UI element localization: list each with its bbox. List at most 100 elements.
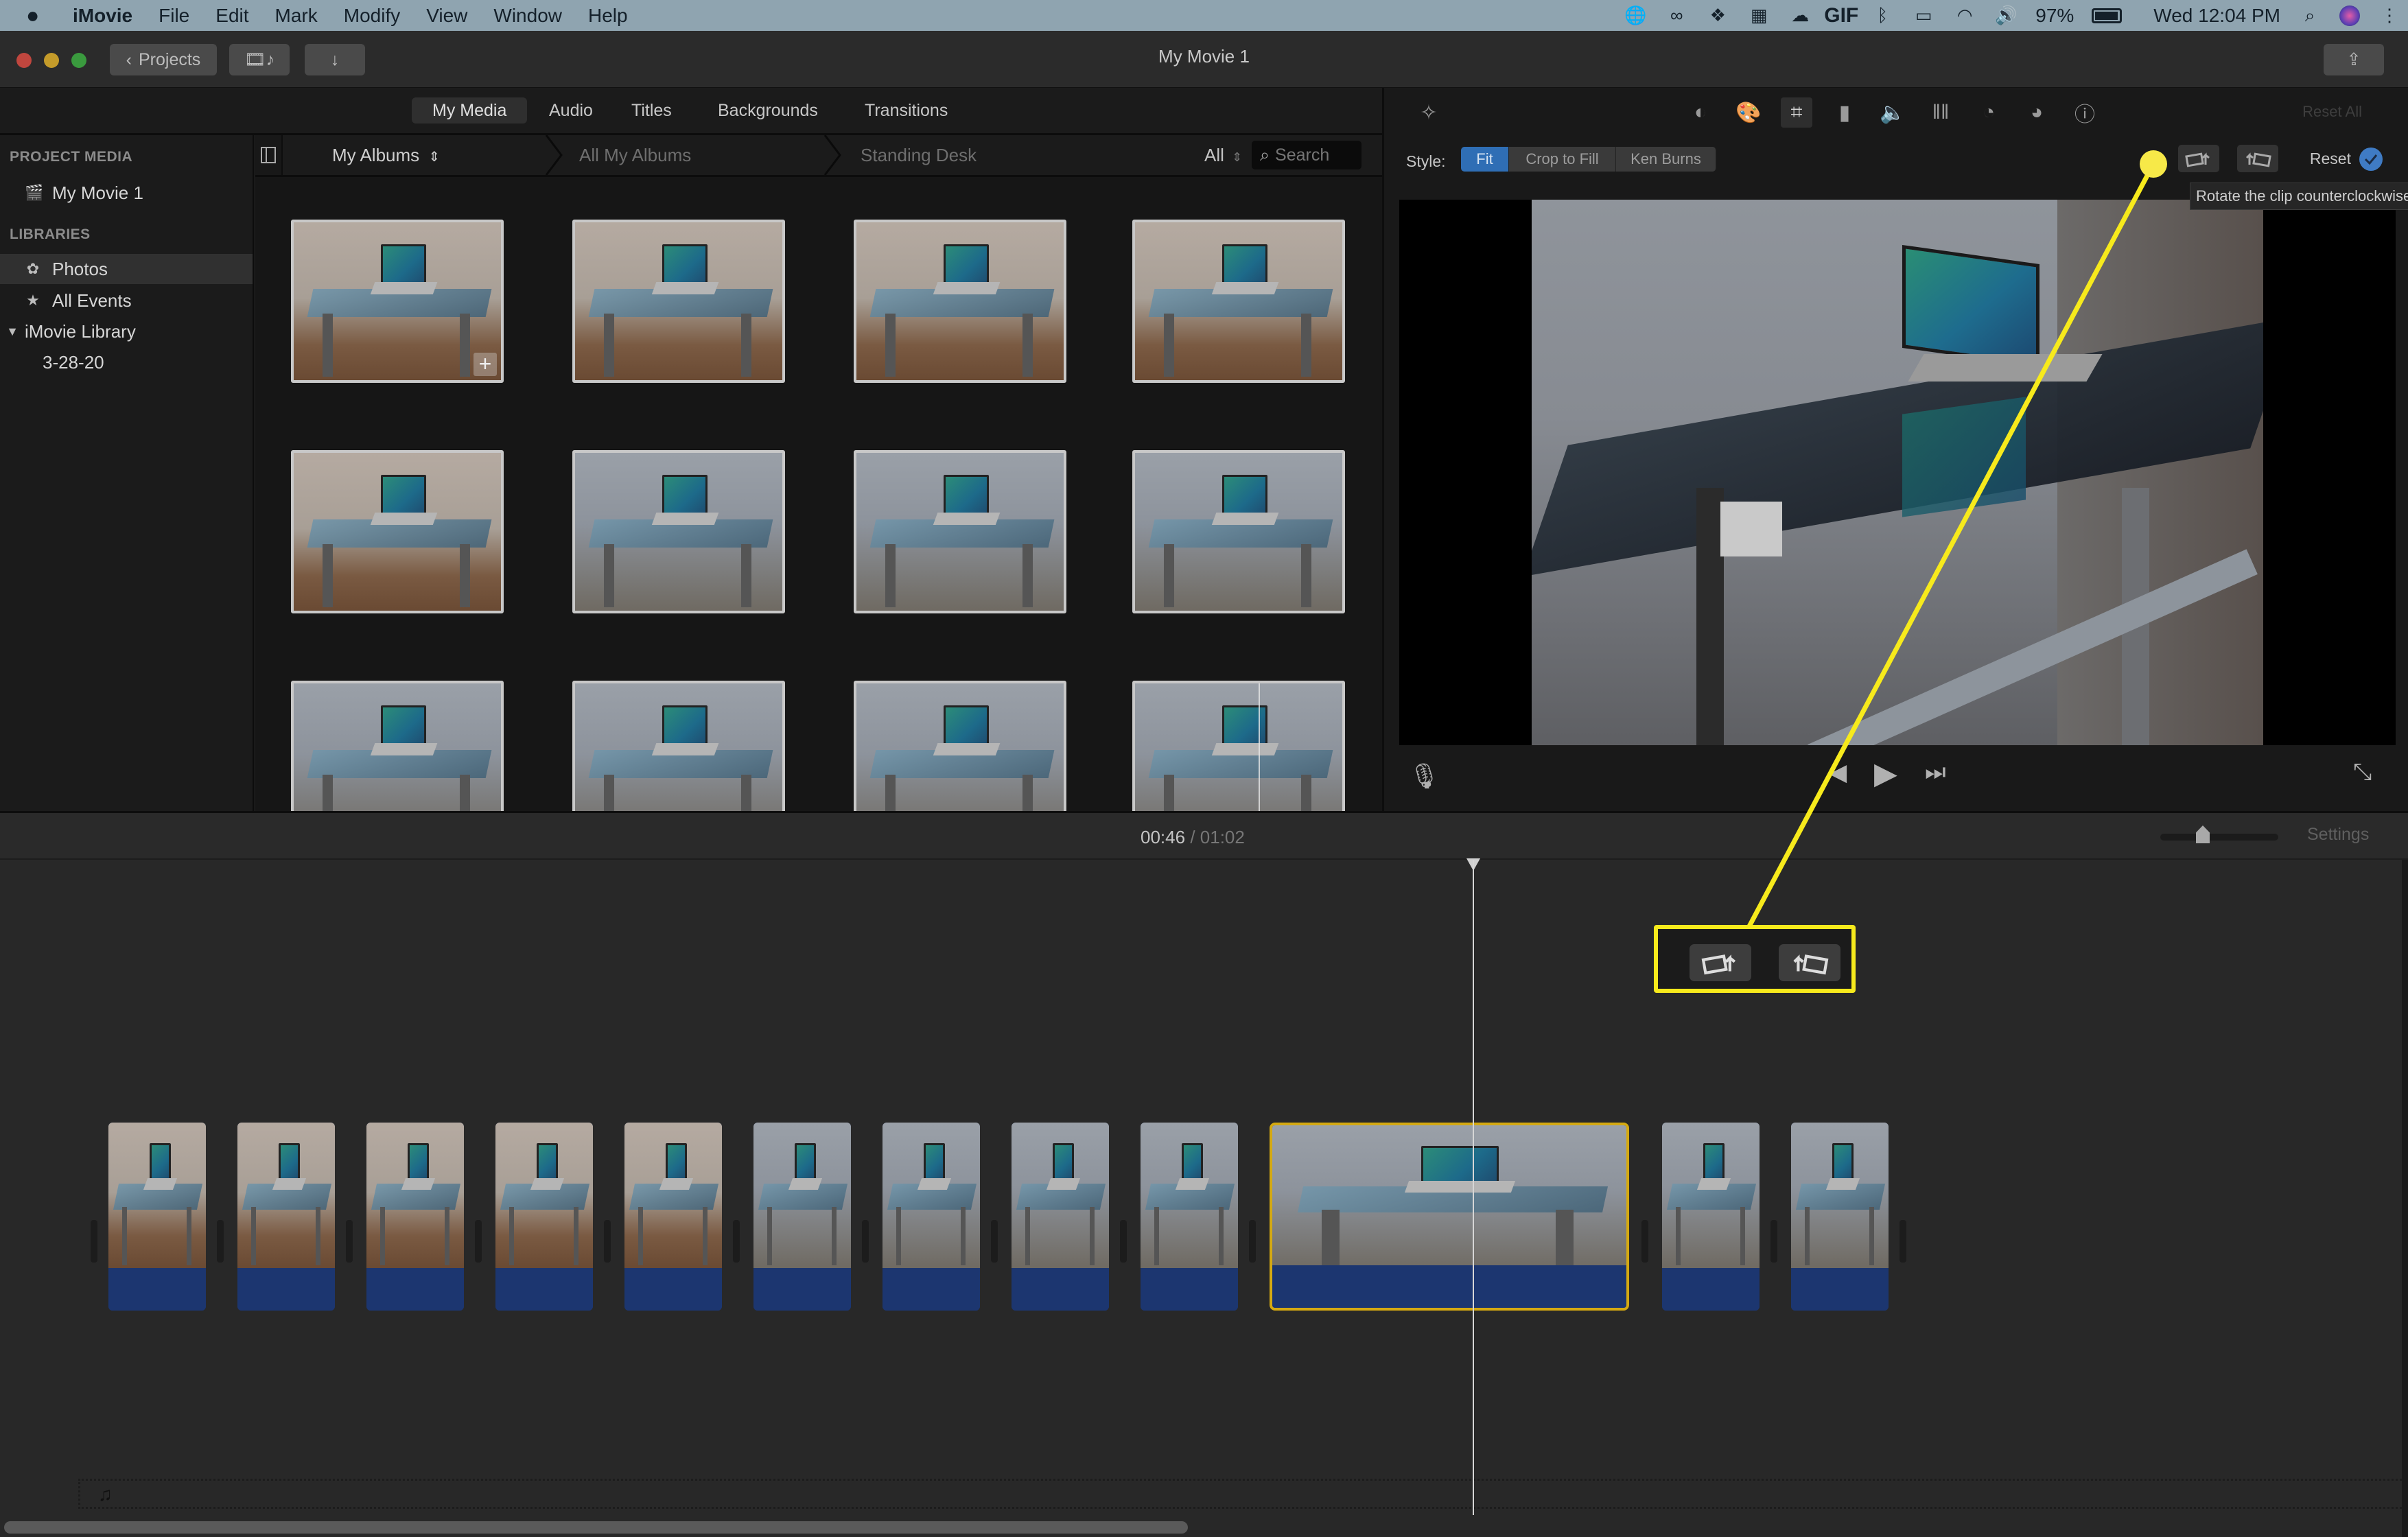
selected-clip[interactable] <box>1270 1123 1629 1311</box>
media-thumbnail[interactable] <box>572 220 785 383</box>
timeline-clip[interactable] <box>1791 1123 1889 1311</box>
playhead[interactable] <box>1473 860 1474 1515</box>
timeline-clip[interactable] <box>366 1123 464 1311</box>
style-ken-burns-button[interactable]: Ken Burns <box>1616 147 1716 172</box>
gif-icon[interactable]: GIF <box>1824 4 1858 27</box>
album-selector[interactable]: My Albums ⇕ <box>332 145 440 166</box>
dropbox-icon[interactable]: ❖ <box>1706 5 1729 26</box>
transition-handle[interactable] <box>1770 1220 1777 1263</box>
wifi-icon[interactable]: ◠ <box>1953 5 1976 26</box>
timeline-clip[interactable] <box>882 1123 980 1311</box>
airplay-icon[interactable]: ▭ <box>1912 5 1935 26</box>
timeline-clip[interactable] <box>753 1123 851 1311</box>
menu-view[interactable]: View <box>426 5 467 27</box>
timeline-clip[interactable] <box>108 1123 206 1311</box>
transition-handle[interactable] <box>91 1220 97 1263</box>
color-palette-icon[interactable]: 🎨 <box>1733 97 1764 128</box>
equalizer-icon[interactable]: ‖‖ <box>1925 97 1956 128</box>
menu-edit[interactable]: Edit <box>215 5 248 27</box>
tab-transitions[interactable]: Transitions <box>844 97 968 124</box>
tab-titles[interactable]: Titles <box>611 97 692 124</box>
style-fit-button[interactable]: Fit <box>1461 147 1509 172</box>
media-thumbnail[interactable] <box>1132 220 1345 383</box>
transition-handle[interactable] <box>1641 1220 1648 1263</box>
video-preview[interactable] <box>1399 200 2396 745</box>
menu-modify[interactable]: Modify <box>344 5 400 27</box>
timeline-clip[interactable] <box>237 1123 335 1311</box>
apply-crop-button[interactable] <box>2359 148 2383 171</box>
media-thumbnail[interactable] <box>1132 681 1345 811</box>
menu-mark[interactable]: Mark <box>275 5 318 27</box>
transition-handle[interactable] <box>1120 1220 1127 1263</box>
timeline-clip[interactable] <box>1141 1123 1238 1311</box>
timeline-clip[interactable] <box>1662 1123 1760 1311</box>
search-field[interactable]: ⌕ <box>1252 141 1361 169</box>
microphone-voiceover-icon[interactable]: 🎙 <box>1409 762 1440 790</box>
sidebar-item-my-movie[interactable]: 🎬 My Movie 1 <box>0 178 253 208</box>
breadcrumb-standing-desk[interactable]: Standing Desk <box>861 145 977 166</box>
disclosure-triangle-icon[interactable]: ▼ <box>4 325 21 339</box>
breadcrumb-all-my-albums[interactable]: All My Albums <box>579 145 691 166</box>
info-icon[interactable]: ⓘ <box>2069 97 2101 128</box>
timeline-clip[interactable] <box>624 1123 722 1311</box>
transition-handle[interactable] <box>1249 1220 1256 1263</box>
apple-logo-icon[interactable]: ● <box>26 3 47 28</box>
timeline-zoom-slider[interactable] <box>2160 825 2278 843</box>
menu-app-name[interactable]: iMovie <box>73 5 132 27</box>
menu-file[interactable]: File <box>159 5 189 27</box>
keyboard-grid-icon[interactable]: ▦ <box>1747 5 1770 26</box>
rotate-clockwise-button-callout[interactable] <box>1779 944 1840 981</box>
menu-window[interactable]: Window <box>493 5 562 27</box>
fullscreen-icon[interactable]: ⤡ <box>2353 759 2372 786</box>
volume-icon[interactable]: 🔈 <box>1877 97 1908 128</box>
media-thumbnail[interactable] <box>291 450 504 613</box>
transition-handle[interactable] <box>1899 1220 1906 1263</box>
battery-icon[interactable] <box>2092 8 2123 23</box>
play-icon[interactable]: ▶ <box>1874 756 1897 791</box>
background-music-well[interactable]: ♫ <box>78 1479 2402 1509</box>
media-thumbnail[interactable] <box>854 450 1066 613</box>
media-thumbnail[interactable]: + <box>291 220 504 383</box>
menu-help[interactable]: Help <box>588 5 628 27</box>
transition-handle[interactable] <box>991 1220 998 1263</box>
clip-filter-icon[interactable]: ◕ <box>2021 97 2053 128</box>
tab-backgrounds[interactable]: Backgrounds <box>697 97 839 124</box>
zoom-slider-knob[interactable] <box>2196 825 2210 843</box>
tab-audio[interactable]: Audio <box>528 97 613 124</box>
timeline-horizontal-scrollbar[interactable] <box>4 1521 1188 1534</box>
sidebar-item-photos[interactable]: ✿ Photos <box>0 254 253 284</box>
sidebar-item-event-3-28-20[interactable]: 3-28-20 <box>0 347 253 377</box>
add-to-project-icon[interactable]: + <box>474 353 497 376</box>
style-crop-to-fill-button[interactable]: Crop to Fill <box>1509 147 1616 172</box>
rotate-counterclockwise-button-callout[interactable] <box>1690 944 1751 981</box>
magic-wand-enhance-icon[interactable]: ✧ <box>1413 97 1445 128</box>
bluetooth-icon[interactable]: ᛒ <box>1871 5 1894 26</box>
rotate-counterclockwise-button[interactable] <box>2178 145 2219 172</box>
timeline-settings-button[interactable]: Settings <box>2307 825 2369 845</box>
transition-handle[interactable] <box>346 1220 353 1263</box>
media-thumbnail[interactable] <box>854 220 1066 383</box>
media-thumbnail[interactable] <box>572 450 785 613</box>
globe-icon[interactable]: 🌐 <box>1624 5 1647 26</box>
color-balance-icon[interactable]: ◐ <box>1685 97 1716 128</box>
sidebar-item-imovie-library[interactable]: ▼ iMovie Library <box>0 316 253 347</box>
binoculars-icon[interactable]: ∞ <box>1665 5 1688 26</box>
transition-handle[interactable] <box>217 1220 224 1263</box>
siri-icon[interactable] <box>2339 5 2360 26</box>
timeline-clip[interactable] <box>495 1123 593 1311</box>
skip-back-icon[interactable]: ◀ <box>1829 759 1847 786</box>
crop-icon[interactable]: ⌗ <box>1781 97 1812 128</box>
sidebar-item-all-events[interactable]: ★ All Events <box>0 285 253 316</box>
cloud-upload-icon[interactable]: ☁ <box>1788 5 1812 26</box>
transition-handle[interactable] <box>475 1220 482 1263</box>
timeline-clip[interactable] <box>1012 1123 1109 1311</box>
clock[interactable]: Wed 12:04 PM <box>2153 5 2280 27</box>
timeline[interactable]: ♫ <box>0 858 2402 1537</box>
volume-icon[interactable]: 🔊 <box>1994 5 2018 26</box>
transition-handle[interactable] <box>733 1220 740 1263</box>
rotate-clockwise-button[interactable] <box>2237 145 2278 172</box>
media-thumbnail[interactable] <box>1132 450 1345 613</box>
skip-forward-icon[interactable]: ⏭ <box>1925 759 1946 786</box>
tab-my-media[interactable]: My Media <box>412 97 528 124</box>
transition-handle[interactable] <box>604 1220 611 1263</box>
